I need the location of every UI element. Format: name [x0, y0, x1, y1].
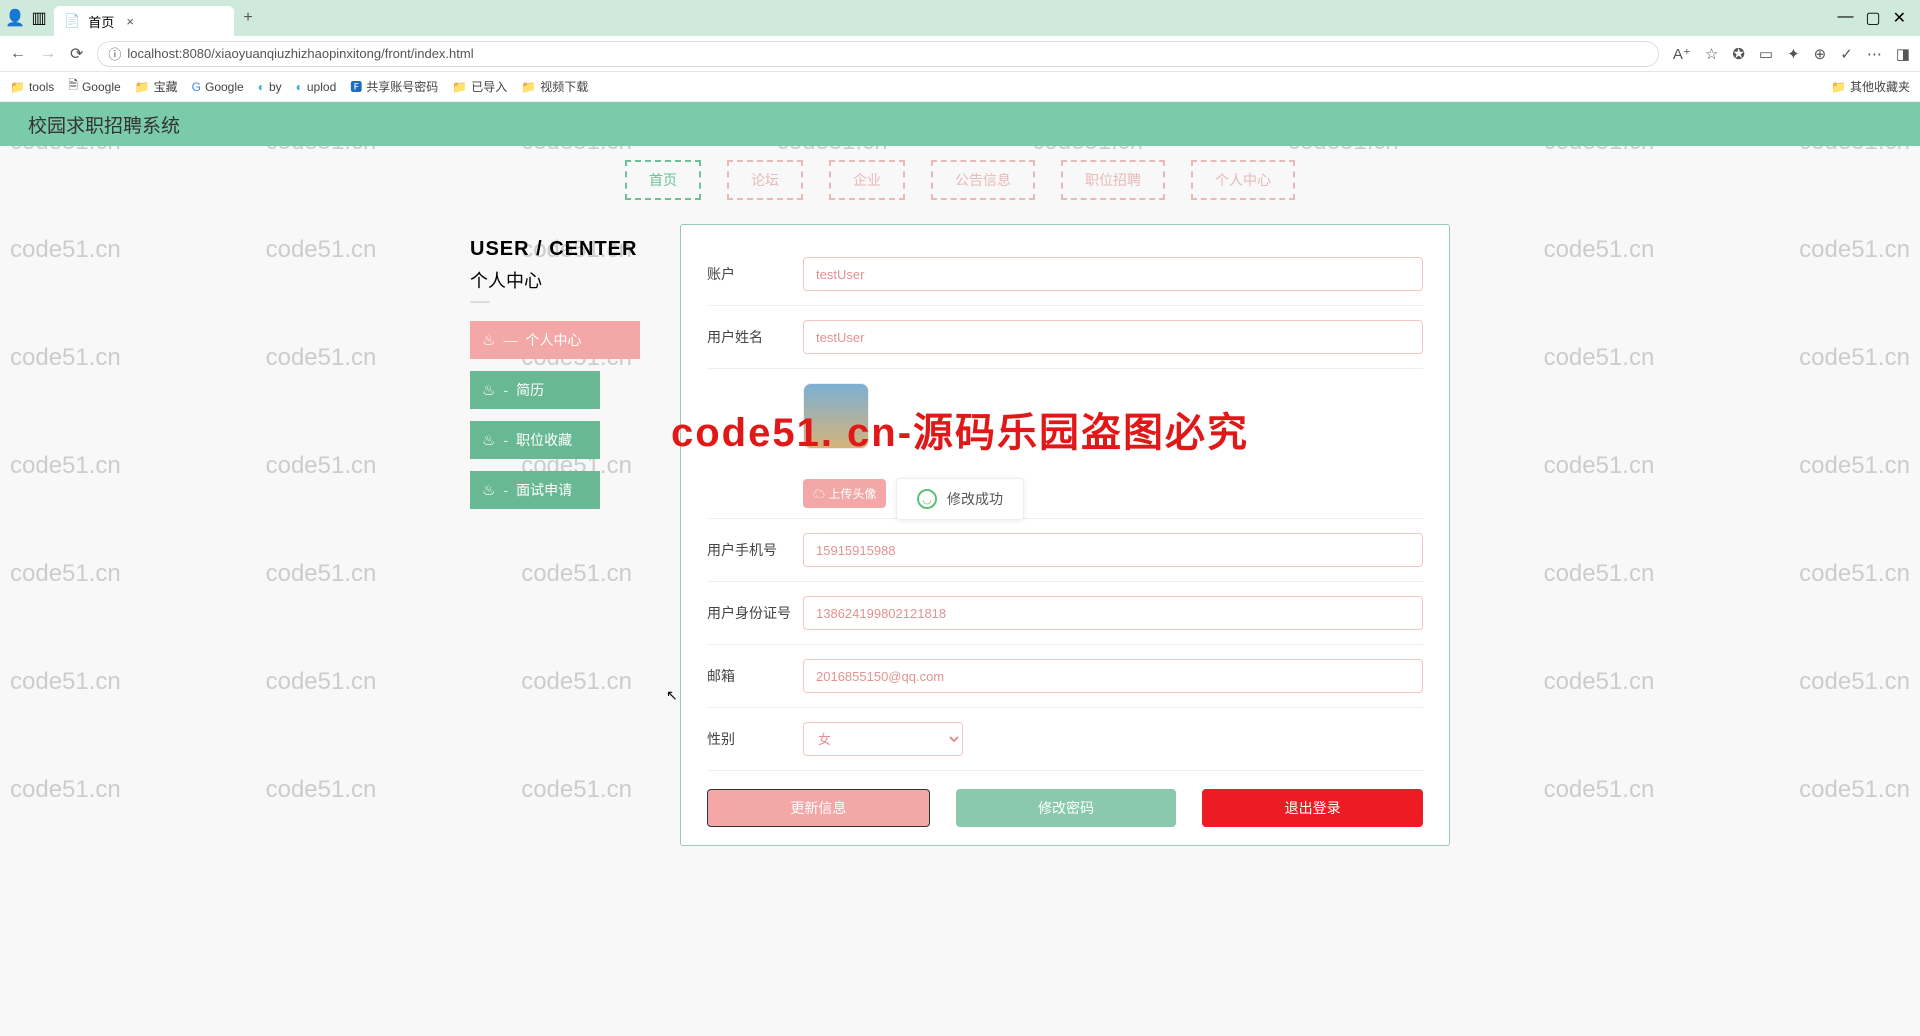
flame-icon: ♨ — [482, 481, 495, 499]
id-input[interactable] — [803, 596, 1423, 630]
address-bar: ← → ⟳ ⓘ localhost:8080/xiaoyuanqiuzhizha… — [0, 36, 1920, 72]
password-button[interactable]: 修改密码 — [956, 789, 1177, 827]
phone-label: 用户手机号 — [707, 540, 803, 560]
sidebar-item-resume[interactable]: ♨-简历 — [470, 371, 600, 409]
gender-select[interactable]: 女 — [803, 722, 963, 756]
gender-label: 性别 — [707, 729, 803, 749]
nav-company[interactable]: 企业 — [829, 160, 905, 200]
bookmark-video[interactable]: 📁视频下载 — [521, 78, 588, 95]
phone-input[interactable] — [803, 533, 1423, 567]
bookmark-tools[interactable]: 📁tools — [10, 80, 54, 94]
favicon-icon: 📄 — [64, 13, 80, 29]
nav-center[interactable]: 个人中心 — [1191, 160, 1295, 200]
logout-button[interactable]: 退出登录 — [1202, 789, 1423, 827]
nav-jobs[interactable]: 职位招聘 — [1061, 160, 1165, 200]
tab-title: 首页 — [88, 12, 114, 31]
name-input[interactable] — [803, 320, 1423, 354]
close-window-icon[interactable]: ✕ — [1893, 8, 1906, 28]
reader-icon[interactable]: A⁺ — [1673, 45, 1691, 63]
email-label: 邮箱 — [707, 666, 803, 686]
bookmarks-bar: 📁tools 🗎Google 📁宝藏 GGoogle ◐by ◐uplod 🅵共… — [0, 72, 1920, 102]
forward-icon: → — [40, 45, 56, 63]
bookmark-google2[interactable]: GGoogle — [192, 80, 244, 94]
shield-icon[interactable]: ✓ — [1840, 45, 1853, 63]
nav-notice[interactable]: 公告信息 — [931, 160, 1035, 200]
success-toast: ◡ 修改成功 — [896, 478, 1024, 520]
avatar-image — [803, 383, 869, 449]
site-title: 校园求职招聘系统 — [28, 111, 180, 138]
sidebar-title: USER / CENTER — [470, 238, 650, 261]
bookmark-baozang[interactable]: 📁宝藏 — [135, 78, 178, 95]
sidebar-divider — [470, 301, 490, 303]
site-info-icon[interactable]: ⓘ — [108, 44, 121, 63]
app-icon[interactable]: ⊕ — [1814, 45, 1827, 63]
name-label: 用户姓名 — [707, 327, 803, 347]
maximize-icon[interactable]: ▢ — [1865, 8, 1880, 28]
upload-avatar-button[interactable]: ☁ 上传头像 — [803, 479, 886, 508]
star-icon[interactable]: ✦ — [1787, 45, 1800, 63]
site-header: 校园求职招聘系统 — [0, 102, 1920, 146]
id-label: 用户身份证号 — [707, 603, 803, 623]
collections-icon[interactable]: ▭ — [1759, 45, 1773, 63]
email-input[interactable] — [803, 659, 1423, 693]
bookmark-uplod[interactable]: ◐uplod — [296, 80, 337, 94]
bookmark-other[interactable]: 📁其他收藏夹 — [1831, 78, 1910, 95]
url-input[interactable]: ⓘ localhost:8080/xiaoyuanqiuzhizhaopinxi… — [97, 41, 1659, 67]
panel-icon[interactable]: ◨ — [1896, 45, 1910, 63]
flame-icon: ♨ — [482, 331, 495, 349]
sidebar: USER / CENTER 个人中心 ♨—个人中心 ♨-简历 ♨-职位收藏 ♨-… — [470, 224, 650, 846]
browser-tab[interactable]: 📄 首页 × — [54, 6, 234, 36]
account-label: 账户 — [707, 264, 803, 284]
account-input[interactable] — [803, 257, 1423, 291]
flame-icon: ♨ — [482, 381, 495, 399]
sidebar-item-interview[interactable]: ♨-面试申请 — [470, 471, 600, 509]
extension-icon[interactable]: ✪ — [1732, 45, 1745, 63]
success-icon: ◡ — [917, 489, 937, 509]
form-panel: 账户 用户姓名 ☁ 上传头像 用户手机号 用户身份证号 邮箱 性别 女 — [680, 224, 1450, 846]
nav-home[interactable]: 首页 — [625, 160, 701, 200]
menu-icon[interactable]: ⋯ — [1867, 45, 1882, 63]
url-text: localhost:8080/xiaoyuanqiuzhizhaopinxito… — [127, 46, 473, 61]
close-tab-icon[interactable]: × — [122, 14, 138, 29]
flame-icon: ♨ — [482, 431, 495, 449]
main-nav: 首页 论坛 企业 公告信息 职位招聘 个人中心 — [0, 146, 1920, 214]
sidebar-item-center[interactable]: ♨—个人中心 — [470, 321, 640, 359]
minimize-icon[interactable]: ― — [1837, 8, 1853, 28]
back-icon[interactable]: ← — [10, 45, 26, 63]
sidebar-subtitle: 个人中心 — [470, 267, 650, 293]
bookmark-imported[interactable]: 📁已导入 — [452, 78, 507, 95]
favorite-icon[interactable]: ☆ — [1705, 45, 1718, 63]
bookmark-by[interactable]: ◐by — [258, 80, 282, 94]
tabs-icon[interactable]: ▥ — [30, 9, 48, 27]
new-tab-button[interactable]: + — [240, 9, 256, 27]
sidebar-item-favorites[interactable]: ♨-职位收藏 — [470, 421, 600, 459]
bookmark-google1[interactable]: 🗎Google — [68, 76, 120, 97]
nav-forum[interactable]: 论坛 — [727, 160, 803, 200]
refresh-icon[interactable]: ⟳ — [70, 44, 83, 64]
browser-titlebar: 👤 ▥ 📄 首页 × + ― ▢ ✕ — [0, 0, 1920, 36]
profile-icon[interactable]: 👤 — [6, 9, 24, 27]
update-button[interactable]: 更新信息 — [707, 789, 930, 827]
toast-text: 修改成功 — [947, 489, 1003, 509]
bookmark-share[interactable]: 🅵共享账号密码 — [350, 78, 438, 95]
